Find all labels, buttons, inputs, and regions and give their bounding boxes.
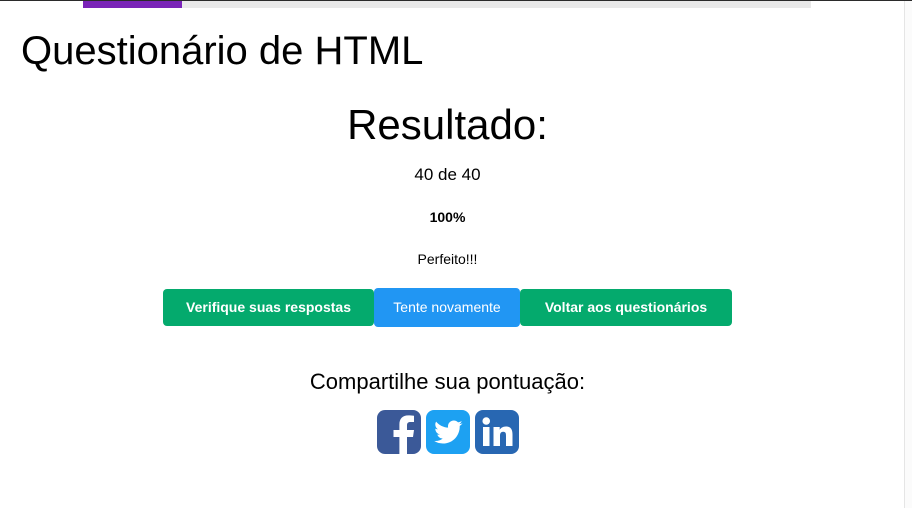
share-heading: Compartilhe sua pontuação: (309, 369, 586, 394)
result-actions: Verifique suas respostas Tente novamente… (0, 288, 895, 327)
quiz-progress-fill (83, 1, 182, 8)
quiz-result-page: Questionário de HTML Resultado: 40 de 40… (0, 0, 912, 508)
linkedin-icon[interactable] (474, 410, 519, 454)
result-heading: Resultado: (347, 101, 548, 148)
page-title: Questionário de HTML (21, 29, 424, 73)
try-again-button[interactable]: Tente novamente (374, 288, 520, 327)
score-comment: Perfeito!!! (417, 251, 478, 267)
share-icons (0, 410, 895, 454)
score-percent: 100% (429, 209, 466, 225)
result-section: Resultado: 40 de 40 100% Perfeito!!! Ver… (0, 98, 895, 454)
quiz-progress-bar (83, 1, 811, 8)
back-to-quizzes-button[interactable]: Voltar aos questionários (520, 289, 732, 326)
score-text: 40 de 40 (414, 165, 481, 184)
check-answers-button[interactable]: Verifique suas respostas (163, 289, 374, 326)
twitter-icon[interactable] (425, 410, 470, 454)
scrollbar-track[interactable] (904, 1, 912, 508)
facebook-icon[interactable] (376, 410, 421, 454)
